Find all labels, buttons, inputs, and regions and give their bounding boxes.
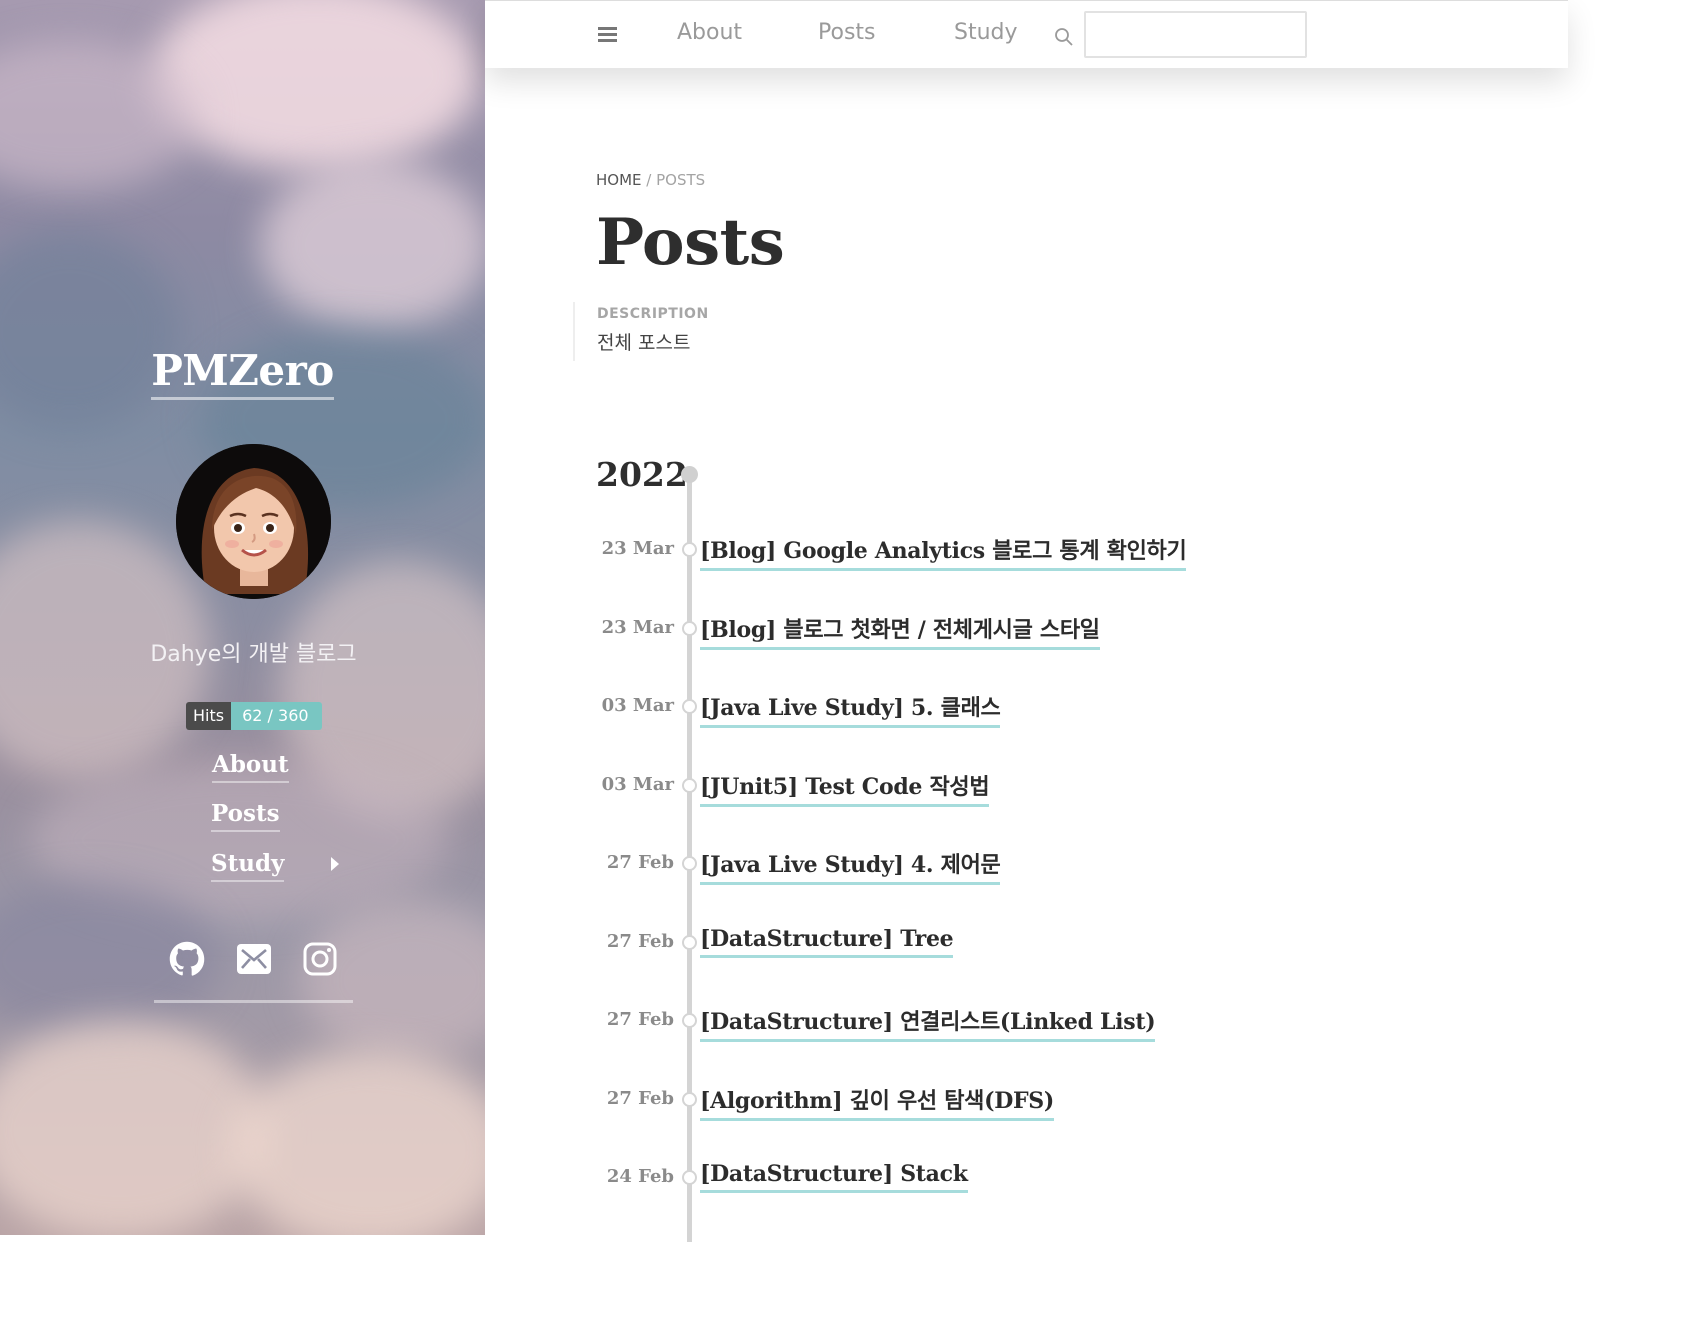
- post-date: 27 Feb: [606, 1009, 674, 1030]
- post-dot: [682, 1092, 697, 1107]
- post-link[interactable]: [DataStructure] 연결리스트(Linked List): [700, 1004, 1156, 1042]
- post-date: 27 Feb: [606, 931, 674, 952]
- post-dot: [682, 1170, 697, 1185]
- site-description: Dahye의 개발 블로그: [150, 642, 357, 667]
- hits-value: 62 / 360: [231, 702, 322, 730]
- search-input[interactable]: [1084, 11, 1307, 58]
- post-link[interactable]: [JUnit5] Test Code 작성법: [700, 769, 990, 807]
- post-link[interactable]: [Java Live Study] 5. 클래스: [700, 690, 1001, 728]
- post-date: 27 Feb: [606, 852, 674, 873]
- breadcrumb-home[interactable]: HOME: [596, 171, 642, 189]
- timeline-year: 2022: [596, 455, 688, 494]
- topnav-link-study[interactable]: Study: [954, 20, 1018, 45]
- description-block: DESCRIPTION 전체 포스트: [573, 302, 709, 361]
- post-date: 03 Mar: [601, 774, 674, 795]
- post-link[interactable]: [Blog] 블로그 첫화면 / 전체게시글 스타일: [700, 612, 1100, 650]
- hits-label: Hits: [186, 702, 232, 730]
- site-title-container: PMZero: [0, 346, 485, 400]
- github-icon[interactable]: [169, 941, 205, 977]
- description-text: 전체 포스트: [597, 332, 691, 354]
- page-title: Posts: [596, 205, 785, 280]
- topnav-link-posts[interactable]: Posts: [818, 20, 876, 45]
- topnav-link-about[interactable]: About: [677, 20, 742, 45]
- breadcrumb: HOME / POSTS: [596, 171, 705, 189]
- search-icon[interactable]: [1054, 27, 1074, 47]
- post-link[interactable]: [DataStructure] Tree: [700, 926, 954, 958]
- post-dot: [682, 856, 697, 871]
- post-link[interactable]: [Java Live Study] 4. 제어문: [700, 847, 1001, 885]
- post-dot: [682, 699, 697, 714]
- description-label: DESCRIPTION: [597, 306, 709, 322]
- post-date: 03 Mar: [601, 695, 674, 716]
- breadcrumb-separator: /: [646, 171, 652, 189]
- post-date: 24 Feb: [606, 1166, 674, 1187]
- post-date: 27 Feb: [606, 1088, 674, 1109]
- sidebar: PMZero Dahye의 개발 블로그 Hits 62 / 360 About…: [0, 0, 485, 1235]
- timeline-year-dot: [681, 466, 698, 483]
- post-dot: [682, 542, 697, 557]
- post-link[interactable]: [Algorithm] 깊이 우선 탐색(DFS): [700, 1083, 1054, 1121]
- site-title[interactable]: PMZero: [151, 346, 334, 400]
- mail-icon[interactable]: [236, 941, 272, 977]
- top-navigation: About Posts Study: [485, 0, 1568, 68]
- sidebar-nav-posts[interactable]: Posts: [211, 800, 280, 832]
- post-dot: [682, 935, 697, 950]
- post-date: 23 Mar: [601, 617, 674, 638]
- sidebar-divider: [154, 1000, 353, 1003]
- sidebar-nav-about[interactable]: About: [212, 751, 289, 783]
- hits-badge: Hits 62 / 360: [186, 702, 322, 730]
- post-link[interactable]: [DataStructure] Stack: [700, 1161, 968, 1193]
- breadcrumb-current: POSTS: [656, 171, 706, 189]
- instagram-icon[interactable]: [302, 941, 338, 977]
- post-dot: [682, 621, 697, 636]
- hamburger-icon[interactable]: [598, 27, 617, 42]
- sidebar-nav-study[interactable]: Study: [211, 850, 285, 882]
- study-expand-icon[interactable]: [331, 857, 339, 871]
- post-date: 23 Mar: [601, 538, 674, 559]
- post-link[interactable]: [Blog] Google Analytics 블로그 통계 확인하기: [700, 533, 1187, 571]
- post-dot: [682, 1013, 697, 1028]
- avatar: [176, 444, 331, 599]
- post-dot: [682, 778, 697, 793]
- avatar-image: [176, 444, 331, 599]
